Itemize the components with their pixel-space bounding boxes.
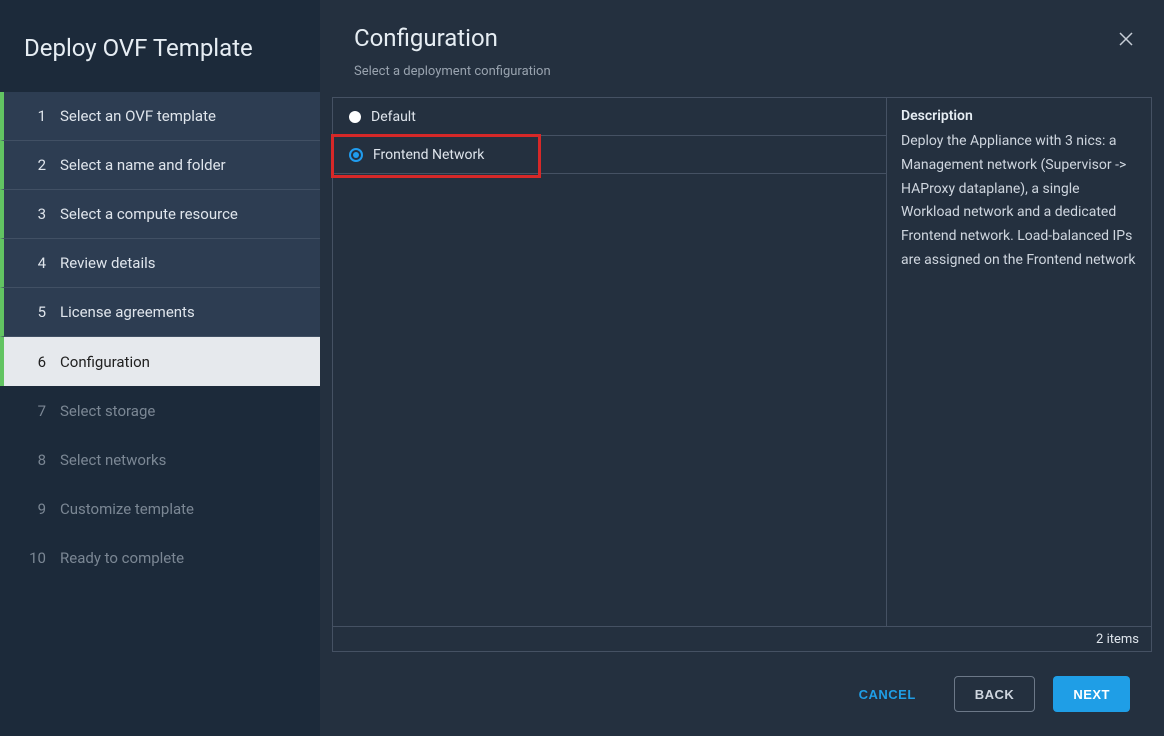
step-label: Ready to complete bbox=[60, 549, 184, 567]
step-label: Select an OVF template bbox=[60, 107, 216, 125]
step-select-storage: 7 Select storage bbox=[0, 386, 320, 435]
step-customize-template: 9 Customize template bbox=[0, 484, 320, 533]
step-name-folder[interactable]: 2 Select a name and folder bbox=[0, 141, 320, 190]
description-title: Description bbox=[901, 108, 1137, 124]
step-num: 5 bbox=[28, 303, 46, 321]
page-title: Configuration bbox=[354, 24, 1130, 52]
page-subtitle: Select a deployment configuration bbox=[354, 64, 1130, 79]
step-num: 9 bbox=[28, 500, 46, 518]
step-num: 10 bbox=[28, 549, 46, 567]
step-label: Customize template bbox=[60, 500, 194, 518]
step-label: Select a compute resource bbox=[60, 205, 238, 223]
option-label: Default bbox=[371, 109, 416, 125]
step-label: Review details bbox=[60, 254, 155, 272]
step-select-ovf[interactable]: 1 Select an OVF template bbox=[0, 92, 320, 141]
step-num: 8 bbox=[28, 451, 46, 469]
description-text: Deploy the Appliance with 3 nics: a Mana… bbox=[901, 130, 1137, 273]
wizard-title: Deploy OVF Template bbox=[0, 20, 320, 92]
deploy-ovf-modal: Deploy OVF Template 1 Select an OVF temp… bbox=[0, 0, 1164, 736]
step-label: Select networks bbox=[60, 451, 166, 469]
step-configuration[interactable]: 6 Configuration bbox=[0, 337, 320, 386]
step-select-networks: 8 Select networks bbox=[0, 435, 320, 484]
description-column: Description Deploy the Appliance with 3 … bbox=[887, 98, 1151, 626]
option-default[interactable]: Default bbox=[333, 98, 886, 136]
radio-icon bbox=[349, 148, 363, 162]
radio-icon bbox=[349, 111, 361, 123]
close-button[interactable] bbox=[1118, 30, 1134, 53]
step-num: 1 bbox=[28, 107, 46, 125]
wizard-steps: 1 Select an OVF template 2 Select a name… bbox=[0, 92, 320, 582]
content-area: Default Frontend Network Description Dep… bbox=[332, 97, 1152, 652]
items-count: 2 items bbox=[332, 626, 1152, 652]
step-label: License agreements bbox=[60, 303, 195, 321]
step-label: Select a name and folder bbox=[60, 156, 226, 174]
main-panel: Configuration Select a deployment config… bbox=[320, 0, 1164, 736]
close-icon bbox=[1118, 31, 1134, 47]
options-column: Default Frontend Network bbox=[333, 98, 887, 626]
step-license-agreements[interactable]: 5 License agreements bbox=[0, 288, 320, 337]
step-num: 7 bbox=[28, 402, 46, 420]
step-ready-complete: 10 Ready to complete bbox=[0, 533, 320, 582]
step-num: 2 bbox=[28, 156, 46, 174]
config-body: Default Frontend Network Description Dep… bbox=[332, 97, 1152, 626]
step-label: Select storage bbox=[60, 402, 155, 420]
step-review-details[interactable]: 4 Review details bbox=[0, 239, 320, 288]
step-num: 6 bbox=[28, 353, 46, 371]
option-label: Frontend Network bbox=[373, 147, 484, 163]
cancel-button[interactable]: CANCEL bbox=[839, 676, 936, 712]
page-header: Configuration Select a deployment config… bbox=[320, 0, 1164, 97]
step-label: Configuration bbox=[60, 353, 150, 371]
next-button[interactable]: NEXT bbox=[1053, 676, 1130, 712]
step-compute-resource[interactable]: 3 Select a compute resource bbox=[0, 190, 320, 239]
step-num: 4 bbox=[28, 254, 46, 272]
option-frontend-network[interactable]: Frontend Network bbox=[333, 136, 886, 174]
footer-buttons: CANCEL BACK NEXT bbox=[320, 652, 1164, 736]
wizard-sidebar: Deploy OVF Template 1 Select an OVF temp… bbox=[0, 0, 320, 736]
back-button[interactable]: BACK bbox=[954, 676, 1036, 712]
step-num: 3 bbox=[28, 205, 46, 223]
